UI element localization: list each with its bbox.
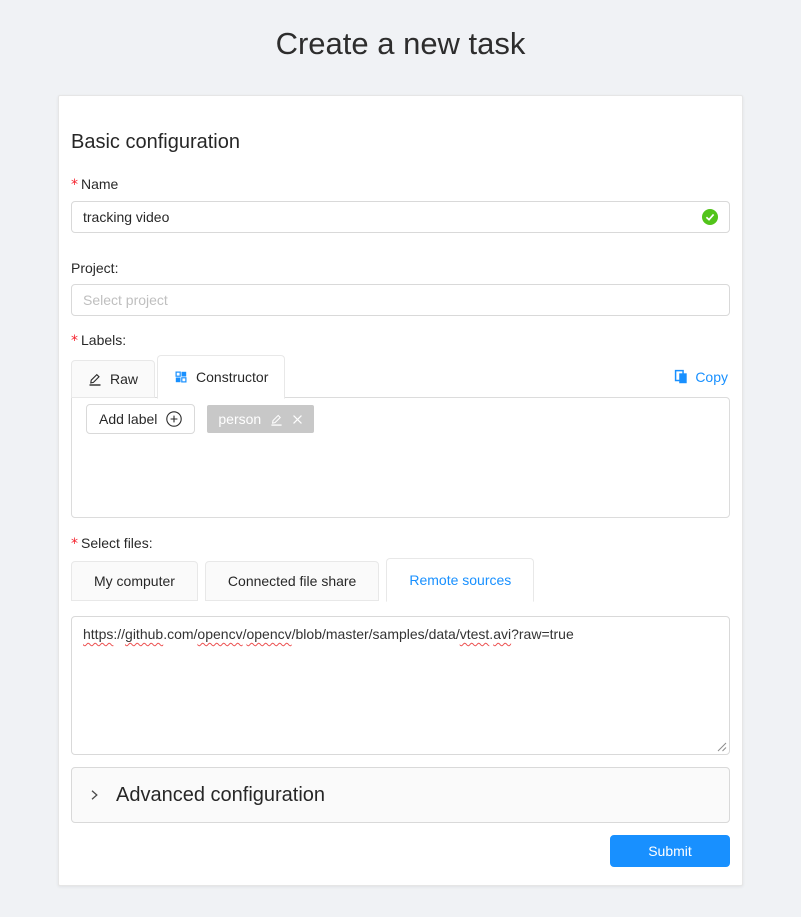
add-label-button-label: Add label: [99, 411, 157, 427]
edit-label-icon[interactable]: [270, 413, 283, 426]
remote-urls-textarea[interactable]: https://github.com/opencv/opencv/blob/ma…: [71, 616, 730, 755]
build-blocks-icon: [174, 370, 188, 384]
tab-connected-file-share[interactable]: Connected file share: [205, 561, 379, 601]
resize-handle-icon[interactable]: [717, 742, 727, 752]
labels-tab-bar: Raw Constructor Copy: [71, 355, 730, 398]
copy-button[interactable]: Copy: [674, 369, 730, 385]
tab-my-computer[interactable]: My computer: [71, 561, 198, 601]
create-task-card: Basic configuration *Name tracking video…: [58, 95, 743, 886]
label-tag-name: person: [218, 411, 261, 427]
page-title: Create a new task: [0, 0, 801, 62]
tab-connected-file-share-label: Connected file share: [228, 573, 356, 589]
basic-config-heading: Basic configuration: [71, 131, 730, 154]
tab-raw-label: Raw: [110, 371, 138, 387]
tab-constructor[interactable]: Constructor: [157, 355, 285, 399]
remote-urls-text: https://github.com/opencv/opencv/blob/ma…: [83, 626, 574, 642]
required-marker: *: [71, 536, 78, 552]
required-marker: *: [71, 333, 78, 349]
labels-constructor-panel: Add label person: [71, 397, 730, 518]
project-select-placeholder: Select project: [83, 292, 718, 308]
add-label-button[interactable]: Add label: [86, 404, 195, 434]
project-select[interactable]: Select project: [71, 284, 730, 316]
copy-icon: [674, 369, 688, 384]
plus-circle-icon: [166, 411, 182, 427]
required-marker: *: [71, 177, 78, 193]
tab-remote-sources-label: Remote sources: [409, 572, 511, 588]
submit-button[interactable]: Submit: [610, 835, 730, 867]
check-circle-icon: [702, 209, 718, 225]
tab-constructor-label: Constructor: [196, 369, 268, 385]
name-label: *Name: [71, 174, 730, 195]
name-input[interactable]: tracking video: [71, 201, 730, 233]
labels-label: *Labels:: [71, 330, 730, 351]
select-files-label: *Select files:: [71, 533, 730, 554]
advanced-config-heading: Advanced configuration: [116, 784, 325, 807]
edit-icon: [88, 372, 102, 386]
tab-my-computer-label: My computer: [94, 573, 175, 589]
chevron-right-icon: [88, 789, 100, 801]
delete-label-icon[interactable]: [292, 414, 303, 425]
submit-row: Submit: [71, 835, 730, 867]
files-tab-bar: My computer Connected file share Remote …: [71, 558, 730, 601]
project-label: Project:: [71, 258, 730, 278]
tab-raw[interactable]: Raw: [71, 360, 155, 398]
tab-remote-sources[interactable]: Remote sources: [386, 558, 534, 602]
name-input-value: tracking video: [83, 209, 702, 225]
create-task-page: { "page": { "title": "Create a new task"…: [0, 0, 801, 917]
copy-button-label: Copy: [695, 369, 728, 385]
advanced-config-header[interactable]: Advanced configuration: [71, 767, 730, 823]
label-tag-person: person: [207, 405, 314, 433]
